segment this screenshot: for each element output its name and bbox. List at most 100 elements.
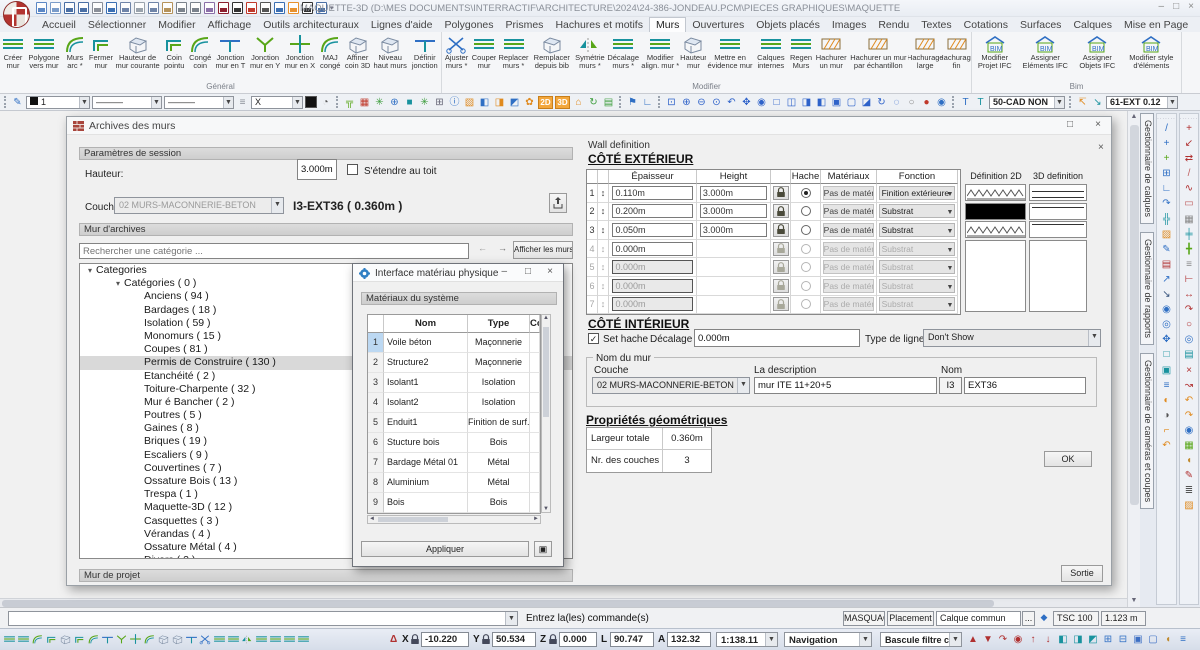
layer-flag-icon[interactable]: ◆ bbox=[1037, 611, 1051, 626]
menu-images[interactable]: Images bbox=[826, 18, 872, 32]
ribbon-button-regen-murs[interactable]: Regen Murs bbox=[788, 34, 814, 70]
niveau-haut-mini-icon[interactable] bbox=[170, 631, 184, 647]
exit-button[interactable]: Sortie bbox=[1061, 565, 1103, 582]
menu-objets-places[interactable]: Objets placés bbox=[750, 18, 826, 32]
material-name-cell[interactable]: Aluminium bbox=[384, 473, 468, 493]
ribbon-button-niveau-haut-murs[interactable]: Niveau haut murs * bbox=[372, 34, 409, 71]
material-row-number[interactable]: 9 bbox=[368, 493, 384, 513]
print-icon[interactable] bbox=[92, 2, 103, 14]
regen-icon[interactable]: ↻ bbox=[875, 96, 888, 109]
material-dialog-title-bar[interactable]: Interface matériau physique – □ × bbox=[353, 264, 563, 282]
pen-preview-icon[interactable]: ◔ bbox=[319, 96, 332, 109]
look-view-icon[interactable]: ◎ bbox=[1159, 317, 1175, 332]
clip-edit-icon[interactable]: ◩ bbox=[1086, 631, 1100, 647]
height-input[interactable]: 3.000m bbox=[700, 186, 767, 200]
z-lock-icon[interactable] bbox=[548, 634, 557, 645]
record-icon[interactable] bbox=[218, 2, 229, 14]
fonction-combo[interactable]: Substrat▼ bbox=[879, 204, 956, 218]
menu-modifier[interactable]: Modifier bbox=[152, 18, 201, 32]
nom-couche-combo[interactable]: 02 MURS-MACONNERIE-BETON▼ bbox=[592, 377, 750, 394]
hache-radio[interactable] bbox=[801, 262, 811, 272]
decalage-input[interactable] bbox=[694, 329, 860, 347]
menu-ouvertures[interactable]: Ouvertures bbox=[686, 18, 750, 32]
coin-pointu-mini-icon[interactable] bbox=[72, 631, 86, 647]
orbit-icon[interactable]: ◉ bbox=[755, 96, 768, 109]
material-type-cell[interactable]: Bois bbox=[468, 493, 530, 513]
material-name-cell[interactable]: Isolant2 bbox=[384, 393, 468, 413]
ribbon-button-jonction-mur-en-y[interactable]: Jonction mur en Y bbox=[248, 34, 283, 70]
line-type-combo[interactable]: ———▼ bbox=[92, 96, 162, 109]
ribbon-button-remplacer-depuis-bib[interactable]: Remplacer depuis bib bbox=[530, 34, 574, 70]
measure-node-icon[interactable]: ◎ bbox=[1181, 332, 1197, 347]
line-tool-icon[interactable]: / bbox=[1181, 166, 1197, 181]
ribbon-button-maj-conge[interactable]: MAJ congé bbox=[317, 34, 343, 70]
material-row-number[interactable]: 5 bbox=[368, 413, 384, 433]
2d-view-badge[interactable]: 2D bbox=[538, 96, 553, 109]
materiau-button[interactable]: Pas de matériel bbox=[823, 260, 875, 274]
calque-commun-input[interactable]: Calque commun bbox=[936, 611, 1021, 626]
pen-tool-icon[interactable]: ✎ bbox=[1181, 468, 1197, 483]
show-walls-button[interactable]: Afficher les murs bbox=[513, 241, 573, 259]
zoom-window-icon[interactable]: ⊡ bbox=[665, 96, 678, 109]
mat-col-header-cor[interactable]: Cor bbox=[530, 315, 540, 333]
material-type-cell[interactable]: Métal bbox=[468, 453, 530, 473]
placement-cell[interactable]: Placement bbox=[887, 611, 934, 626]
layer-flip-icon[interactable]: ◨ bbox=[493, 96, 506, 109]
dialog-maximize-button[interactable]: □ bbox=[1067, 119, 1073, 130]
zoom-find-icon[interactable]: ⊕ bbox=[388, 96, 401, 109]
x-coordinate[interactable]: -10.220 bbox=[421, 632, 469, 647]
materiau-button[interactable]: Pas de matériel bbox=[823, 186, 875, 200]
conge-coin-mini-icon[interactable] bbox=[86, 631, 100, 647]
epaisseur-input[interactable]: 0.000m bbox=[612, 260, 692, 274]
epaisseur-input[interactable]: 0.110m bbox=[612, 186, 692, 200]
menu-textes[interactable]: Textes bbox=[915, 18, 957, 32]
fly-view-icon[interactable]: ↘ bbox=[1159, 287, 1175, 302]
row-drag-handle-icon[interactable]: ↕ bbox=[598, 203, 609, 222]
ribbon-button-murs-arc[interactable]: Murs arc * bbox=[62, 34, 88, 70]
ribbon-button-assigner-elements-ifc[interactable]: BIMAssigner Eléments IFC bbox=[1018, 34, 1073, 70]
jonction-y-mini-icon[interactable] bbox=[114, 631, 128, 647]
masquag-cell[interactable]: MASQUAG bbox=[843, 611, 885, 626]
pen-number-combo[interactable]: 1▼ bbox=[26, 96, 90, 109]
camera-list-icon[interactable]: ≡ bbox=[1159, 378, 1175, 393]
creer-mur-mini-icon[interactable] bbox=[2, 631, 16, 647]
symetrie-murs-mini-icon[interactable] bbox=[240, 631, 254, 647]
sidebar-tab-gestionnaire-de-cameras-et-coupes[interactable]: Gestionnaire de caméras et coupes bbox=[1140, 353, 1154, 509]
scroll-up-icon[interactable]: ▲ bbox=[542, 315, 550, 321]
help-icon[interactable] bbox=[274, 2, 285, 14]
material-row-number[interactable]: 6 bbox=[368, 433, 384, 453]
hache-radio[interactable] bbox=[801, 244, 811, 254]
def3d-preview-row2[interactable] bbox=[1029, 203, 1087, 220]
ellipse-tool-icon[interactable]: ○ bbox=[905, 96, 918, 109]
y-coordinate[interactable]: 50.534 bbox=[492, 632, 536, 647]
def2d-preview-row3[interactable] bbox=[965, 221, 1026, 238]
move-node-icon[interactable]: + bbox=[1181, 121, 1197, 136]
ajuster-murs-mini-icon[interactable] bbox=[198, 631, 212, 647]
material-type-cell[interactable]: Maçonnerie bbox=[468, 333, 530, 353]
macro-icon[interactable] bbox=[204, 2, 215, 14]
lock-button[interactable] bbox=[773, 186, 789, 200]
type-ligne-combo[interactable]: Don't Show▼ bbox=[923, 329, 1101, 347]
materials-vscrollbar[interactable]: ▲ ▼ bbox=[541, 314, 551, 513]
height-input[interactable]: 3.000m bbox=[700, 223, 767, 237]
menu-rendu[interactable]: Rendu bbox=[872, 18, 915, 32]
pen-settings-icon[interactable]: ✎ bbox=[11, 96, 24, 109]
grid-tool-icon[interactable]: ▦ bbox=[1181, 212, 1197, 227]
ribbon-button-ajuster-murs[interactable]: Ajuster murs * bbox=[442, 34, 471, 70]
couche-combo[interactable]: 02 MURS-MACONNERIE-BETON▼ bbox=[114, 197, 284, 214]
dialog-title-bar[interactable]: Archives des murs □ × bbox=[67, 117, 1111, 135]
mur-3d-down-icon[interactable]: ↓ bbox=[1041, 631, 1055, 647]
sidebar-tab-gestionnaire-de-calques[interactable]: Gestionnaire de calques bbox=[1140, 113, 1154, 224]
material-type-cell[interactable]: Isolation bbox=[468, 393, 530, 413]
table-tool-icon[interactable]: ╪ bbox=[1181, 227, 1197, 242]
a-value[interactable]: 132.32 bbox=[667, 632, 711, 647]
window-view-icon[interactable]: ⊞ bbox=[433, 96, 446, 109]
menu-mise-en-page[interactable]: Mise en Page bbox=[1118, 18, 1194, 32]
clip-hide-icon[interactable]: ◨ bbox=[1071, 631, 1085, 647]
visibility-icon[interactable] bbox=[260, 2, 271, 14]
ribbon-button-modifier-projet-ifc[interactable]: BIMModifier Projet IFC bbox=[972, 34, 1018, 70]
panel-close-icon[interactable]: × bbox=[1098, 142, 1104, 153]
mur-3d-delete-icon[interactable]: ▼ bbox=[981, 631, 995, 647]
selection-filter-icon[interactable] bbox=[288, 2, 299, 14]
hand-tool-icon[interactable]: ◖ bbox=[1181, 453, 1197, 468]
